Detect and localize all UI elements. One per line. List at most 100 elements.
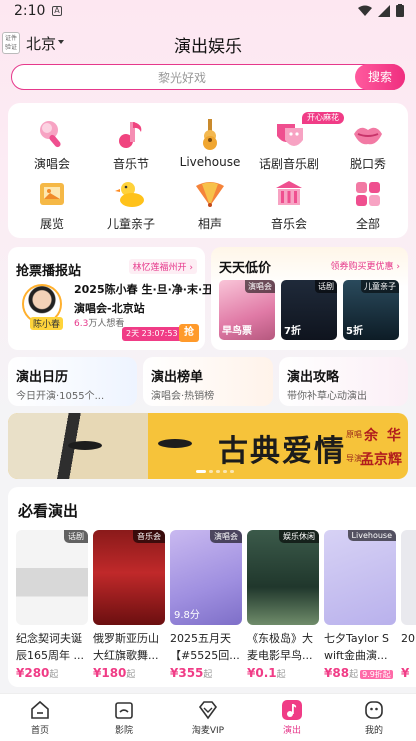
show-poster: 音乐会	[93, 530, 165, 625]
discount-badge: 9.9折起	[360, 670, 393, 679]
banner-role-label: 原唱	[346, 430, 362, 439]
low-price-item[interactable]: 演唱会 早鸟票	[219, 280, 275, 340]
tab-label: 淘麦VIP	[191, 726, 225, 736]
card-subtitle: 今日开演·1055个...	[16, 391, 105, 402]
category-drama-musical[interactable]: 开心麻花 话剧音乐剧	[249, 112, 344, 178]
item-tag: 儿童亲子	[361, 280, 399, 293]
price-unit: 起	[126, 670, 136, 680]
profile-icon	[363, 699, 385, 721]
show-price: ¥	[401, 666, 416, 680]
category-label: 全部	[355, 217, 380, 231]
fans-number: 6.3	[74, 319, 89, 329]
banner-role-name: 孟京辉	[360, 452, 402, 468]
category-classical-concert[interactable]: 音乐会	[249, 178, 329, 238]
show-name: 俄罗斯亚历山大红旗歌舞...	[93, 632, 159, 662]
card-subtitle: 带你补草心动演出	[287, 391, 367, 402]
lips-icon	[352, 118, 384, 150]
must-see-section: 必看演出 话剧 纪念契诃夫诞辰165周年 ... ¥280起 音乐会 俄罗斯亚历…	[8, 487, 416, 687]
fan-icon	[194, 178, 226, 210]
card-title: 演出日历	[16, 370, 69, 385]
show-ranking-card[interactable]: 演出榜单 演唱会·热销榜	[143, 357, 273, 406]
promo-banner[interactable]: 古典爱情 原唱 余 华 导演 孟京辉	[8, 413, 408, 479]
price-unit: 起	[203, 670, 213, 680]
card-title: 演出攻略	[287, 370, 340, 385]
show-card[interactable]: 话剧 纪念契诃夫诞辰165周年 ... ¥280起	[16, 530, 88, 680]
tab-vip[interactable]: 淘麦VIP	[168, 699, 248, 736]
id-verify-button[interactable]: 证件 验证	[2, 32, 20, 54]
coupon-link[interactable]: 领券购买更优惠 ›	[331, 259, 400, 272]
category-label: 脱口秀	[349, 157, 386, 171]
item-label: 7折	[284, 326, 301, 337]
show-price: ¥180起	[93, 666, 165, 680]
category-label: 话剧音乐剧	[258, 157, 319, 171]
grid-icon	[352, 178, 384, 210]
category-talk-show[interactable]: 脱口秀	[328, 118, 408, 178]
low-price-item[interactable]: 话剧 7折	[281, 280, 337, 340]
top-bar: 证件 验证 北京 演出娱乐	[0, 28, 416, 58]
item-tag: 话剧	[315, 280, 337, 293]
banner-artwork-eye	[158, 439, 192, 448]
card-title: 演出榜单	[151, 370, 204, 385]
ticket-broadcast-card[interactable]: 抢票播报站 林忆莲福州开 › 陈小春 2025陈小春 生·旦·净·末·丑 演唱会…	[8, 247, 213, 350]
show-price: ¥0.1起	[247, 666, 319, 680]
show-poster: 话剧	[16, 530, 88, 625]
chevron-down-icon[interactable]	[58, 40, 64, 44]
category-label: 儿童亲子	[106, 217, 155, 231]
carousel-indicator	[196, 470, 234, 473]
status-bar: 2:10 A	[0, 0, 416, 24]
battery-icon	[396, 4, 404, 17]
price-value: ¥280	[16, 666, 50, 680]
show-card[interactable]: 20 N... ¥	[401, 530, 416, 680]
show-name: 20 N...	[401, 632, 416, 645]
search-input[interactable]: 黎光好戏	[12, 69, 352, 86]
low-price-item[interactable]: 儿童亲子 5折	[343, 280, 399, 340]
show-price: ¥355起	[170, 666, 242, 680]
tab-profile[interactable]: 我的	[334, 699, 414, 736]
category-concert[interactable]: 演唱会	[12, 118, 92, 178]
show-poster	[401, 530, 416, 625]
show-card[interactable]: 演唱会 9.8分 2025五月天【#5525回... ¥355起	[170, 530, 242, 680]
city-selector[interactable]: 北京	[26, 33, 56, 54]
notification-a-icon: A	[52, 6, 62, 16]
category-all[interactable]: 全部	[328, 178, 408, 238]
show-tag: 话剧	[64, 530, 88, 543]
grab-ticket-button[interactable]: 抢	[179, 324, 199, 342]
show-card[interactable]: 娱乐休闲 《东极岛》大麦电影早鸟... ¥0.1起	[247, 530, 319, 680]
category-crosstalk[interactable]: 相声	[170, 178, 250, 238]
show-guide-card[interactable]: 演出攻略 带你补草心动演出	[279, 357, 408, 406]
tab-cinema[interactable]: 影院	[84, 699, 164, 736]
price-unit: 起	[276, 670, 286, 680]
tab-home[interactable]: 首页	[0, 699, 80, 736]
search-bar[interactable]: 黎光好戏 搜索	[11, 64, 405, 90]
exhibition-icon	[36, 178, 68, 210]
show-calendar-card[interactable]: 演出日历 今日开演·1055个...	[8, 357, 137, 406]
theater-mask-icon	[273, 118, 305, 150]
category-label: 展览	[39, 217, 64, 231]
daily-low-price-card[interactable]: 天天低价 领券购买更优惠 › 演唱会 早鸟票 话剧 7折 儿童亲子 5折	[211, 247, 408, 350]
fans-suffix: 万人想看	[88, 319, 125, 329]
wifi-icon	[358, 5, 372, 16]
item-tag: 演唱会	[245, 280, 275, 293]
category-livehouse[interactable]: Livehouse	[170, 118, 250, 178]
category-exhibition[interactable]: 展览	[12, 178, 92, 238]
show-card[interactable]: Livehouse 七夕Taylor Swift金曲演... ¥88起 9.9折起	[324, 530, 396, 680]
show-name: 2025五月天【#5525回...	[170, 632, 240, 662]
price-value: ¥180	[93, 666, 127, 680]
card-tag-link[interactable]: 林忆莲福州开 ›	[128, 259, 197, 274]
item-label: 早鸟票	[222, 326, 252, 337]
search-button[interactable]: 搜索	[355, 64, 405, 90]
signal-icon	[378, 4, 390, 17]
category-label: Livehouse	[179, 155, 241, 169]
status-icons	[358, 4, 404, 17]
section-heading: 必看演出	[18, 502, 79, 520]
music-note-icon	[115, 118, 147, 150]
show-price: ¥280起	[16, 666, 88, 680]
vip-diamond-icon	[197, 699, 219, 721]
category-music-festival[interactable]: 音乐节	[91, 118, 171, 178]
category-label: 相声	[197, 217, 222, 231]
show-tag: Livehouse	[347, 530, 396, 541]
show-card[interactable]: 音乐会 俄罗斯亚历山大红旗歌舞... ¥180起	[93, 530, 165, 680]
tab-shows[interactable]: 演出	[252, 699, 332, 736]
fans-count: 6.3万人想看	[74, 316, 124, 329]
category-kids[interactable]: 儿童亲子	[91, 178, 171, 238]
